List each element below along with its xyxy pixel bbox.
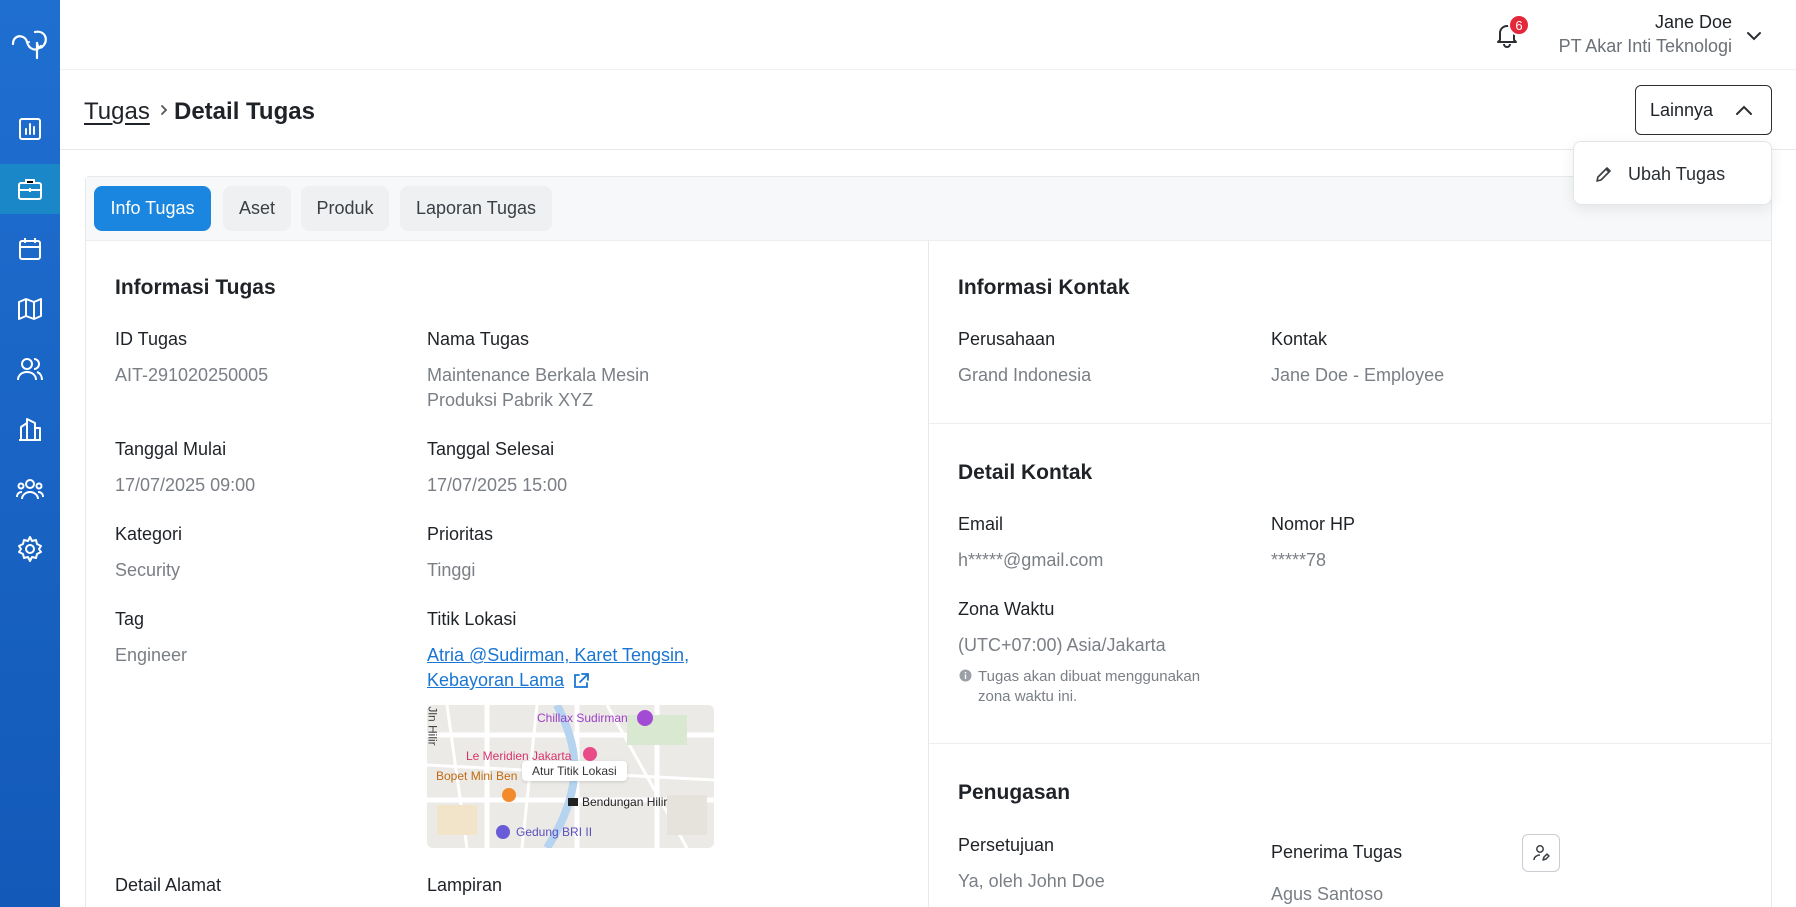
- map-icon: [18, 298, 42, 320]
- priority-label: Prioritas: [427, 524, 494, 544]
- tag-value: Engineer: [115, 645, 188, 665]
- sidebar: [0, 0, 60, 907]
- sidebar-item-map[interactable]: [0, 284, 60, 334]
- timezone-value: (UTC+07:00) Asia/Jakarta: [958, 635, 1166, 655]
- tab-info-tugas[interactable]: Info Tugas: [94, 186, 211, 231]
- end-date-value: 17/07/2025 15:00: [427, 475, 568, 495]
- sidebar-item-team[interactable]: [0, 464, 60, 514]
- category-value: Security: [115, 560, 181, 580]
- section-title-task-info: Informasi Tugas: [115, 276, 276, 299]
- building-icon: [19, 418, 41, 441]
- menu-item-label: Ubah Tugas: [1628, 163, 1726, 184]
- attachment-label: Lampiran: [427, 875, 503, 895]
- assignee-label: Penerima Tugas: [1271, 842, 1403, 862]
- column-divider: [928, 241, 929, 907]
- phone-label: Nomor HP: [1271, 514, 1356, 534]
- set-location-button[interactable]: Atur Titik Lokasi: [522, 761, 627, 781]
- approval-value: Ya, oleh John Doe: [958, 871, 1105, 891]
- more-actions-button[interactable]: Lainnya: [1635, 85, 1772, 135]
- location-map[interactable]: Chillax Sudirman Le Meridien Jakarta Bop…: [427, 705, 714, 848]
- map-label: Gedung BRI II: [516, 825, 593, 839]
- sidebar-item-tasks[interactable]: [0, 164, 60, 214]
- section-divider: [929, 743, 1772, 744]
- email-value: h*****@gmail.com: [958, 550, 1104, 570]
- tag-label: Tag: [115, 609, 145, 629]
- more-actions-menu: Ubah Tugas: [1573, 141, 1772, 205]
- sidebar-item-calendar[interactable]: [0, 224, 60, 274]
- external-link-icon[interactable]: [571, 671, 591, 691]
- page-title: Detail Tugas: [174, 98, 315, 125]
- start-date-value: 17/07/2025 09:00: [115, 475, 256, 495]
- more-actions-label: Lainnya: [1650, 99, 1714, 120]
- approval-label: Persetujuan: [958, 835, 1055, 855]
- section-title-contact-info: Informasi Kontak: [958, 276, 1130, 299]
- topbar: [60, 0, 1796, 70]
- task-id-label: ID Tugas: [115, 329, 188, 349]
- calendar-icon: [19, 238, 41, 260]
- start-date-label: Tanggal Mulai: [115, 439, 227, 459]
- notification-badge: 6: [1508, 14, 1530, 36]
- tab-aset[interactable]: Aset: [223, 186, 291, 231]
- map-label: Bendungan Hilir: [582, 795, 668, 809]
- phone-value: *****78: [1271, 550, 1327, 570]
- location-link-line1[interactable]: Atria @Sudirman, Karet Tengsin,: [427, 643, 689, 668]
- contact-value: Jane Doe - Employee: [1271, 365, 1445, 385]
- map-label: Chillax Sudirman: [537, 711, 628, 725]
- briefcase-icon: [18, 179, 42, 200]
- task-id-value: AIT-291020250005: [115, 365, 269, 385]
- tab-laporan-tugas[interactable]: Laporan Tugas: [400, 186, 552, 231]
- breadcrumb-parent-link[interactable]: Tugas: [84, 98, 150, 126]
- company-value: Grand Indonesia: [958, 365, 1092, 385]
- logo-icon[interactable]: [0, 14, 60, 70]
- sidebar-item-users[interactable]: [0, 344, 60, 394]
- timezone-hint-line2: zona waktu ini.: [978, 688, 1078, 705]
- sidebar-item-settings[interactable]: [0, 524, 60, 574]
- task-detail-card: Info Tugas Aset Produk Laporan Tugas Inf…: [85, 176, 1772, 907]
- section-title-contact-detail: Detail Kontak: [958, 461, 1093, 484]
- team-icon: [16, 479, 44, 500]
- timezone-label: Zona Waktu: [958, 599, 1055, 619]
- map-label: Jln Hilir: [427, 706, 440, 746]
- gear-icon: [18, 536, 42, 562]
- sidebar-item-buildings[interactable]: [0, 404, 60, 454]
- task-name-value-line2: Produksi Pabrik XYZ: [427, 390, 594, 410]
- timezone-hint-line1: Tugas akan dibuat menggunakan: [978, 668, 1201, 685]
- chevron-up-icon: [1736, 105, 1752, 115]
- company-label: Perusahaan: [958, 329, 1056, 349]
- chevron-down-icon[interactable]: [1744, 26, 1764, 46]
- task-name-label: Nama Tugas: [427, 329, 530, 349]
- assignee-value: Agus Santoso: [1271, 884, 1384, 904]
- change-assignee-button[interactable]: [1522, 834, 1560, 872]
- task-name-value-line1: Maintenance Berkala Mesin: [427, 365, 650, 385]
- user-edit-icon: [1533, 845, 1550, 861]
- user-company[interactable]: PT Akar Inti Teknologi: [1559, 36, 1732, 57]
- page-header: [60, 70, 1796, 150]
- tab-produk[interactable]: Produk: [301, 186, 389, 231]
- users-icon: [17, 358, 43, 381]
- tab-bar: Info Tugas Aset Produk Laporan Tugas: [86, 177, 1771, 241]
- priority-value: Tinggi: [427, 560, 476, 580]
- address-detail-label: Detail Alamat: [115, 875, 222, 895]
- location-link-line2[interactable]: Kebayoran Lama: [427, 668, 564, 693]
- map-label: Bopet Mini Ben: [436, 769, 518, 783]
- info-icon: [959, 669, 972, 682]
- section-divider: [929, 423, 1772, 424]
- email-label: Email: [958, 514, 1004, 534]
- category-label: Kategori: [115, 524, 183, 544]
- section-title-assignment: Penugasan: [958, 781, 1071, 804]
- contact-label: Kontak: [1271, 329, 1328, 349]
- sidebar-item-dashboard[interactable]: [0, 104, 60, 154]
- user-name[interactable]: Jane Doe: [1655, 12, 1732, 33]
- chevron-right-icon: [161, 105, 168, 115]
- end-date-label: Tanggal Selesai: [427, 439, 555, 459]
- pencil-icon: [1596, 167, 1611, 182]
- chart-icon: [19, 118, 41, 140]
- menu-item-edit-task[interactable]: Ubah Tugas: [1574, 142, 1773, 206]
- location-label: Titik Lokasi: [427, 609, 517, 629]
